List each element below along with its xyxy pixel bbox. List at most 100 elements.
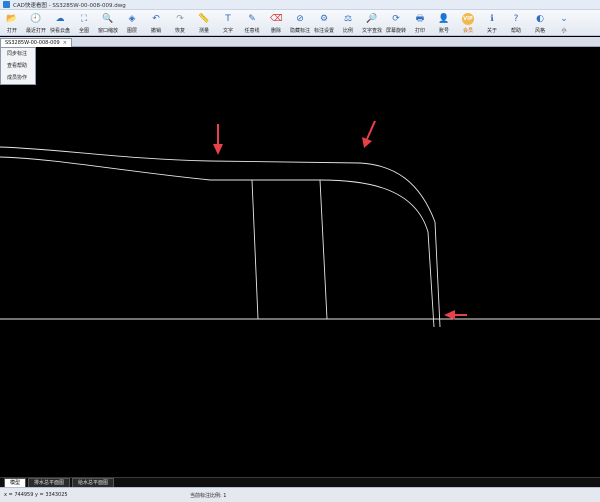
- eye-off-icon: ⊘: [296, 14, 304, 24]
- context-menu: 同步标注 查看帮助 成员协作: [0, 47, 36, 85]
- minimize-button[interactable]: ⌄ 小: [552, 10, 576, 36]
- annotation-scale-readout: 当前标注比例: 1: [190, 492, 227, 499]
- ruler-icon: 📏: [198, 14, 210, 24]
- document-tab-label: SS3285W-00-008-009: [5, 40, 60, 46]
- magnifier-icon: 🔍: [102, 14, 114, 24]
- vip-label: 会员: [462, 28, 473, 34]
- main-toolbar: 📂 打开 🕘 最近打开 ☁ 快看云盘 ⛶ 全图 🔍 窗口缩放 ◈ 图层 ↶ 撤销 ↷ 恢复 📏 测量 T 文字 ✎ 任意线…: [0, 10, 600, 36]
- sheet-tab-bar: 模型 排水总平面图 给水总平面图: [0, 477, 600, 487]
- close-icon[interactable]: ×: [63, 40, 67, 46]
- road-edge-upper: [0, 146, 441, 328]
- info-icon: ℹ: [490, 14, 494, 24]
- measure-label: 测量: [198, 28, 209, 34]
- rotate-screen-button[interactable]: ⟳ 屏幕旋转: [384, 10, 408, 36]
- rotate-screen-label: 屏幕旋转: [385, 28, 406, 34]
- title-bar: CAD快速看图 - SS3285W-00-008-009.dwg: [0, 0, 600, 10]
- building-left-wall: [251, 179, 259, 320]
- quick-cloud-label: 快看云盘: [49, 28, 70, 34]
- hide-annotation-label: 隐藏标注: [289, 28, 310, 34]
- arrow-marker-2: [362, 120, 376, 148]
- document-tab-bar: SS3285W-00-008-009 ×: [0, 37, 600, 47]
- palette-icon: ◐: [536, 14, 544, 24]
- about-button[interactable]: ℹ 关于: [480, 10, 504, 36]
- text-button[interactable]: T 文字: [216, 10, 240, 36]
- open-button[interactable]: 📂 打开: [0, 10, 24, 36]
- freehand-line-label: 任意线: [244, 28, 260, 34]
- text-search-button[interactable]: 🔎 文字查找: [360, 10, 384, 36]
- redo-label: 恢复: [174, 28, 185, 34]
- layers-label: 图层: [126, 28, 137, 34]
- status-bar: x = 744959 y = 3343025 当前标注比例: 1: [0, 487, 600, 502]
- print-button[interactable]: 🖶 打印: [408, 10, 432, 36]
- printer-icon: 🖶: [415, 14, 425, 24]
- undo-button[interactable]: ↶ 撤销: [144, 10, 168, 36]
- layers-button[interactable]: ◈ 图层: [120, 10, 144, 36]
- undo-label: 撤销: [150, 28, 161, 34]
- account-button[interactable]: 👤 账号: [432, 10, 456, 36]
- about-label: 关于: [486, 28, 497, 34]
- road-edge-lower: [0, 156, 435, 328]
- minimize-icon: ⌄: [560, 14, 568, 24]
- help-label: 帮助: [510, 28, 521, 34]
- help-button[interactable]: ? 帮助: [504, 10, 528, 36]
- quick-cloud-button[interactable]: ☁ 快看云盘: [48, 10, 72, 36]
- annotation-settings-label: 标注设置: [313, 28, 334, 34]
- arrow-marker-1: [213, 124, 223, 155]
- window-title: CAD快速看图 - SS3285W-00-008-009.dwg: [13, 2, 126, 9]
- app-icon: [3, 1, 10, 8]
- folder-icon: 📂: [6, 14, 18, 24]
- coordinate-readout: x = 744959 y = 3343025: [4, 492, 68, 498]
- print-label: 打印: [414, 28, 425, 34]
- arrow-marker-3: [444, 310, 467, 320]
- redo-icon: ↷: [176, 14, 184, 24]
- window-zoom-button[interactable]: 🔍 窗口缩放: [96, 10, 120, 36]
- scale-label: 比例: [342, 28, 353, 34]
- style-label: 风格: [534, 28, 545, 34]
- text-search-label: 文字查找: [361, 28, 382, 34]
- rotate-icon: ⟳: [392, 14, 400, 24]
- text-label: 文字: [222, 28, 233, 34]
- open-label: 打开: [6, 28, 17, 34]
- annotation-settings-button[interactable]: ⚙ 标注设置: [312, 10, 336, 36]
- sheet-tab-model[interactable]: 模型: [4, 478, 27, 487]
- delete-label: 删除: [270, 28, 281, 34]
- redo-button[interactable]: ↷ 恢复: [168, 10, 192, 36]
- drawing-svg: [0, 120, 600, 328]
- scale-icon: ⚖: [343, 14, 353, 24]
- user-icon: 👤: [438, 14, 450, 24]
- building-right-wall: [319, 179, 328, 320]
- layers-icon: ◈: [128, 14, 136, 24]
- delete-button[interactable]: ⌫ 删除: [264, 10, 288, 36]
- full-view-label: 全图: [78, 28, 89, 34]
- sheet-tab-drainage-plan[interactable]: 排水总平面图: [28, 478, 71, 487]
- menu-item-view-help[interactable]: 查看帮助: [1, 60, 35, 72]
- clock-icon: 🕘: [30, 14, 42, 24]
- fullscreen-icon: ⛶: [80, 14, 88, 24]
- vip-icon: VIP: [462, 13, 474, 25]
- vip-button[interactable]: VIP 会员: [456, 10, 480, 36]
- scale-button[interactable]: ⚖ 比例: [336, 10, 360, 36]
- recent-open-label: 最近打开: [25, 28, 46, 34]
- settings-icon: ⚙: [319, 14, 329, 24]
- sheet-tab-water-supply-plan[interactable]: 给水总平面图: [72, 478, 115, 487]
- pencil-icon: ✎: [248, 14, 256, 24]
- measure-button[interactable]: 📏 测量: [192, 10, 216, 36]
- style-button[interactable]: ◐ 风格: [528, 10, 552, 36]
- cloud-icon: ☁: [55, 14, 65, 24]
- menu-item-sync-annotation[interactable]: 同步标注: [1, 48, 35, 60]
- account-label: 账号: [438, 28, 449, 34]
- search-text-icon: 🔎: [366, 14, 378, 24]
- undo-icon: ↶: [152, 14, 160, 24]
- hide-annotation-button[interactable]: ⊘ 隐藏标注: [288, 10, 312, 36]
- help-icon: ?: [513, 14, 519, 24]
- minimize-label: 小: [561, 28, 567, 34]
- freehand-line-button[interactable]: ✎ 任意线: [240, 10, 264, 36]
- drawing-canvas[interactable]: [0, 47, 600, 475]
- text-icon: T: [225, 14, 231, 24]
- full-view-button[interactable]: ⛶ 全图: [72, 10, 96, 36]
- recent-open-button[interactable]: 🕘 最近打开: [24, 10, 48, 36]
- eraser-icon: ⌫: [270, 14, 283, 24]
- window-zoom-label: 窗口缩放: [97, 28, 118, 34]
- menu-item-member-collab[interactable]: 成员协作: [1, 72, 35, 84]
- document-tab[interactable]: SS3285W-00-008-009 ×: [0, 38, 72, 47]
